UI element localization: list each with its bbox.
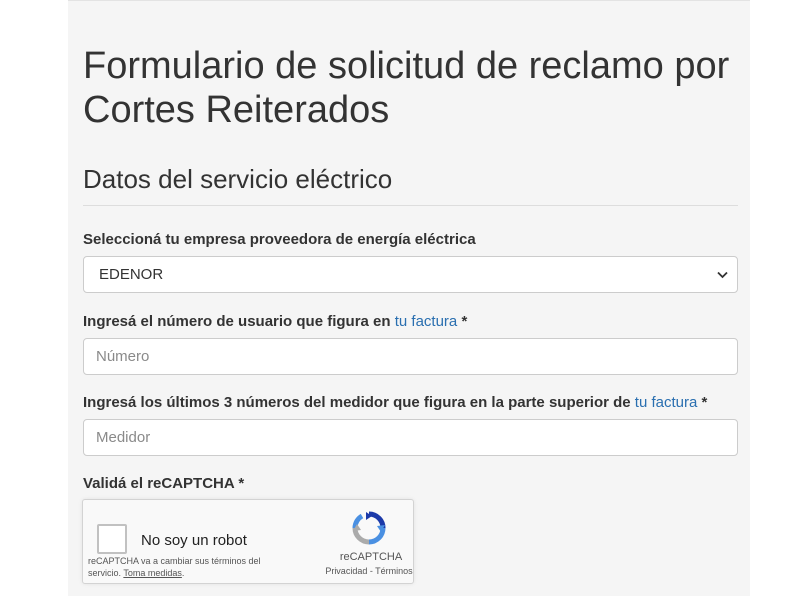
chevron-down-icon: [715, 257, 729, 292]
recaptcha-notice-end: .: [181, 568, 185, 578]
recaptcha-brand: reCAPTCHA: [339, 551, 403, 563]
provider-select[interactable]: EDENOR: [83, 256, 738, 293]
not-robot-checkbox[interactable]: [97, 524, 127, 554]
recaptcha-take-action-link[interactable]: Toma medidas: [123, 568, 182, 578]
recaptcha-notice: reCAPTCHA va a cambiar sus términos del …: [88, 555, 288, 579]
meter-required-mark: *: [697, 394, 708, 411]
provider-selected-value: EDENOR: [99, 266, 164, 283]
provider-label: Seleccioná tu empresa proveedora de ener…: [83, 231, 476, 248]
recaptcha-logo-icon: [351, 510, 387, 546]
captcha-label: Validá el reCAPTCHA *: [83, 475, 245, 492]
meter-invoice-link[interactable]: tu factura: [635, 394, 698, 411]
user-number-required-mark: *: [457, 313, 468, 330]
user-number-label-text: Ingresá el número de usuario que figura …: [83, 313, 395, 330]
not-robot-label: No soy un robot: [141, 532, 247, 549]
recaptcha-privacy-terms-links[interactable]: Privacidad - Términos: [309, 566, 429, 576]
page-title: Formulario de solicitud de reclamo por C…: [83, 45, 730, 131]
section-title: Datos del servicio eléctrico: [83, 164, 393, 194]
recaptcha-widget: No soy un robot reCAPTCHA va a cambiar s…: [82, 499, 414, 584]
user-number-input[interactable]: [83, 338, 738, 375]
meter-label: Ingresá los últimos 3 números del medido…: [83, 394, 707, 412]
meter-label-text: Ingresá los últimos 3 números del medido…: [83, 394, 635, 411]
meter-input[interactable]: [83, 419, 738, 456]
user-number-label: Ingresá el número de usuario que figura …: [83, 313, 467, 331]
user-number-invoice-link[interactable]: tu factura: [395, 313, 458, 330]
section-divider: [83, 205, 738, 206]
